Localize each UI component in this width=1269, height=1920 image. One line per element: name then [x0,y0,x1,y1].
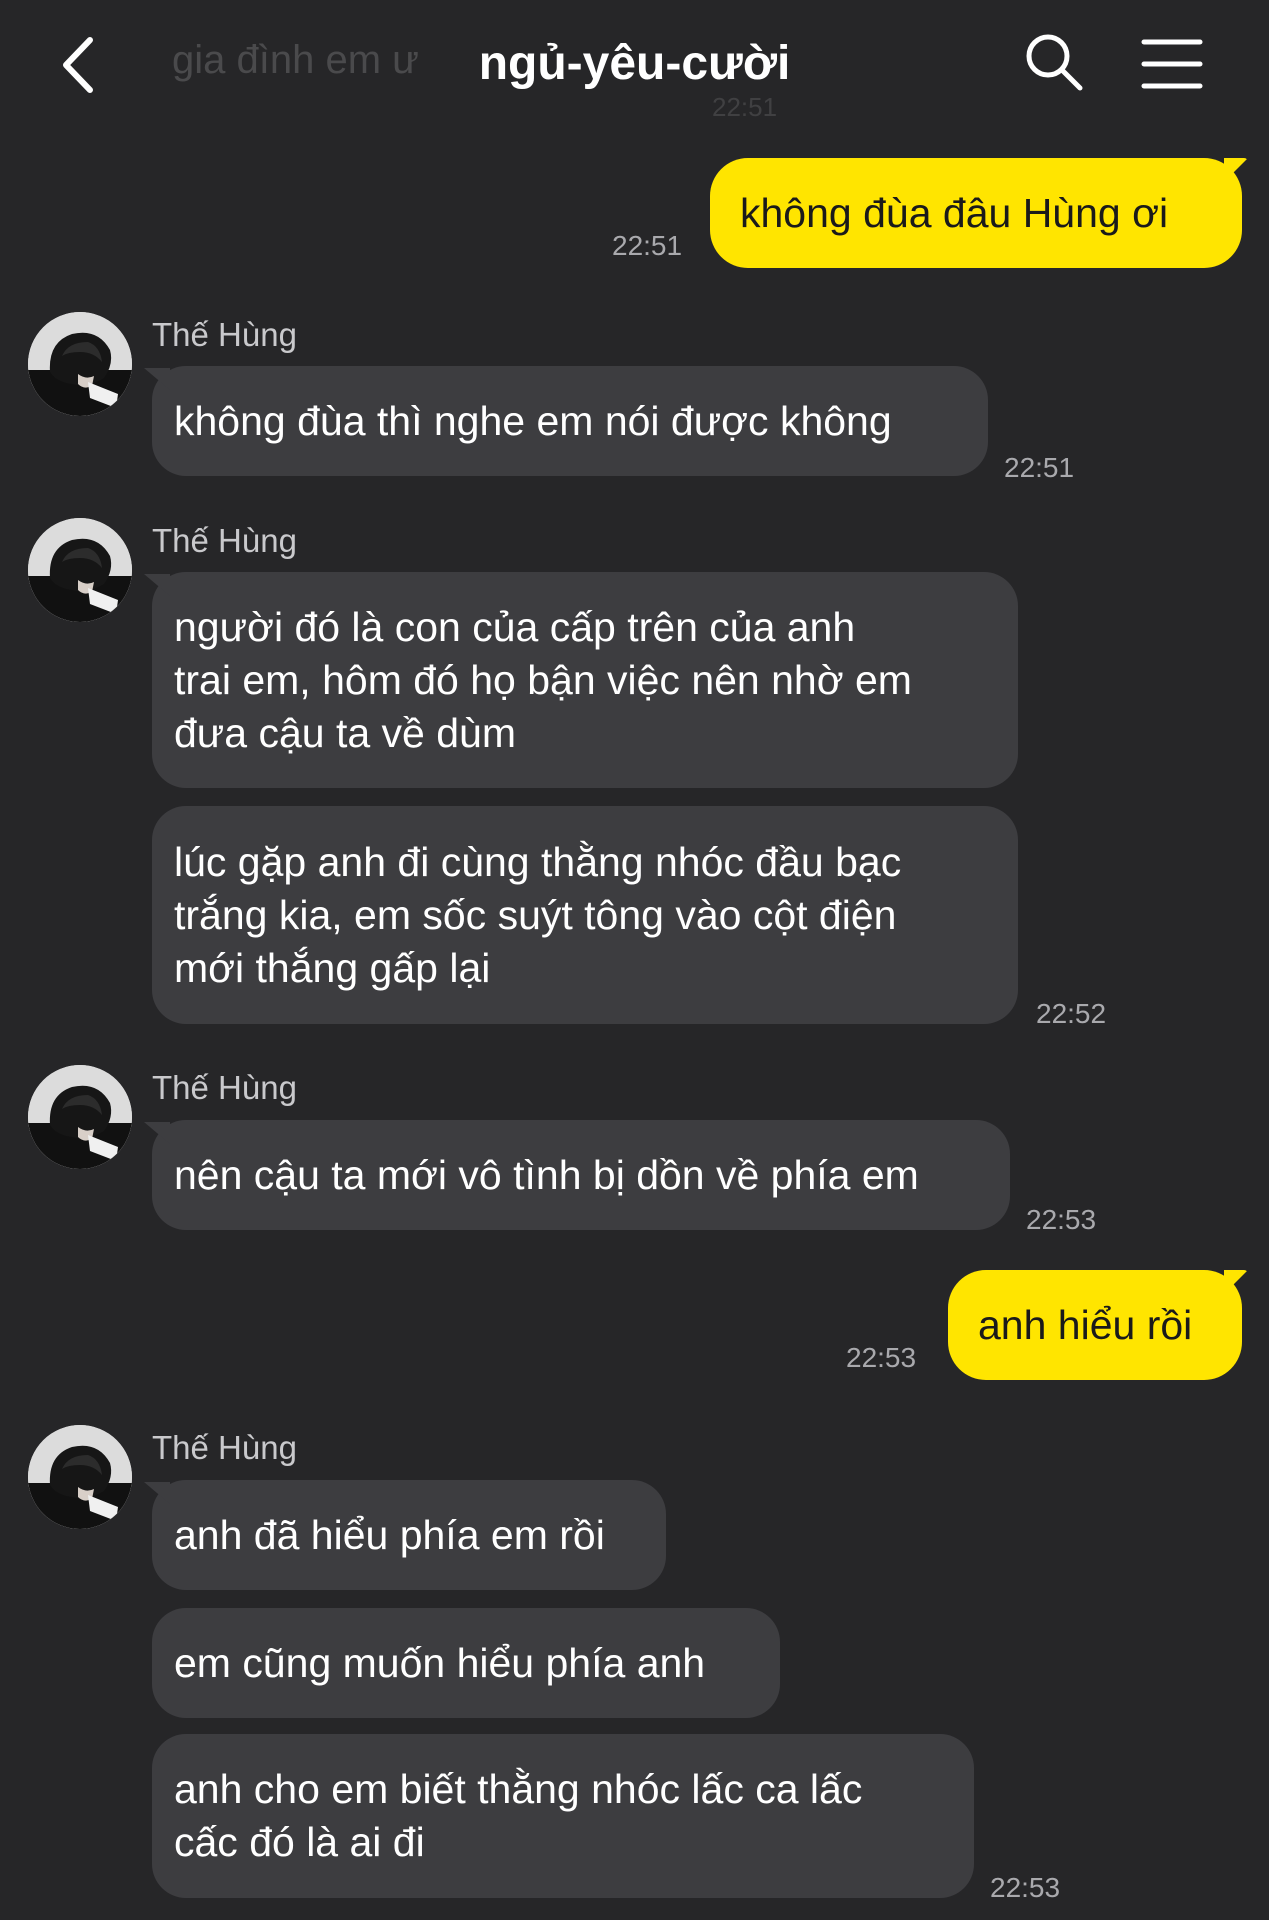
search-button[interactable] [1022,30,1086,94]
sender-name: Thế Hùng [152,316,297,353]
outgoing-message-bubble[interactable]: không đùa đâu Hùng ơi [710,158,1242,268]
incoming-message-bubble[interactable]: anh đã hiểu phía em rồi [152,1480,666,1590]
incoming-message-bubble[interactable]: không đùa thì nghe em nói được không [152,366,988,476]
avatar[interactable] [28,1425,132,1529]
menu-button[interactable] [1140,36,1204,92]
message-time: 22:53 [990,1872,1061,1903]
ghost-message-time: 22:51 [712,92,778,122]
incoming-message-bubble[interactable]: em cũng muốn hiểu phía anh [152,1608,780,1718]
incoming-message-bubble[interactable]: người đó là con của cấp trên của anh tra… [152,572,1018,788]
message-time: 22:51 [1004,452,1075,483]
message-time: 22:52 [1036,998,1107,1029]
chat-header: gia đình em ư 22:51 ngủ-yêu-cười [0,0,1269,130]
avatar[interactable] [28,518,132,622]
incoming-message-bubble[interactable]: lúc gặp anh đi cùng thằng nhóc đầu bạc t… [152,806,1018,1024]
avatar[interactable] [28,312,132,416]
sender-name: Thế Hùng [152,522,297,559]
message-time: 22:51 [612,230,683,261]
message-time: 22:53 [1026,1204,1097,1235]
menu-icon [1141,39,1203,89]
outgoing-message-bubble[interactable]: anh hiểu rồi [948,1270,1242,1380]
avatar[interactable] [28,1065,132,1169]
search-icon [1026,34,1083,91]
sender-name: Thế Hùng [152,1069,297,1106]
message-time: 22:53 [846,1342,917,1373]
incoming-message-bubble[interactable]: anh cho em biết thằng nhóc lấc ca lấc cấ… [152,1734,974,1898]
sender-name: Thế Hùng [152,1429,297,1466]
incoming-message-bubble[interactable]: nên cậu ta mới vô tình bị dồn về phía em [152,1120,1010,1230]
